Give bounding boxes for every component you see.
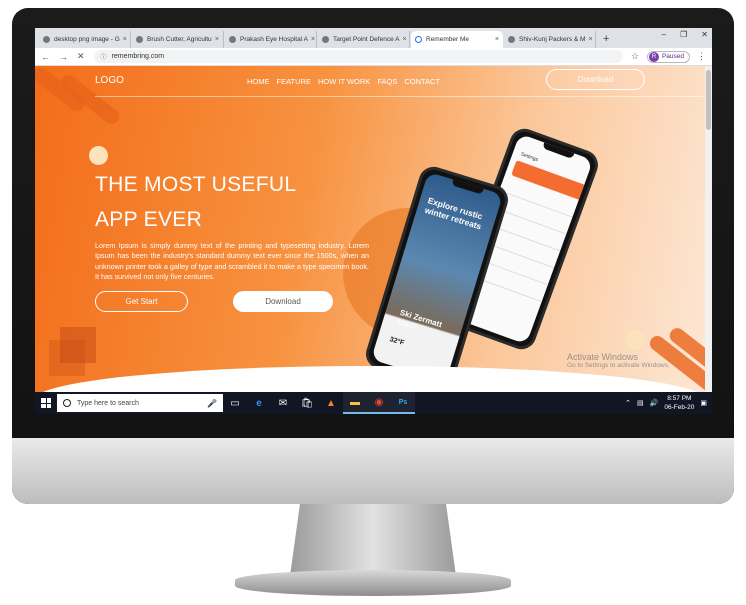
avatar: R: [648, 51, 659, 62]
address-bar: ← → ✕ ⓘ remembring.com ☆ R Paused ⋮: [35, 48, 712, 66]
browser-tab[interactable]: Target Point Defence A ×: [318, 31, 410, 48]
windows-taskbar: Type here to search 🎤 ▭ e ✉ 🛍 ▲ ▬ ◉ Ps ⌃…: [35, 392, 712, 414]
globe-icon: [229, 36, 236, 43]
profile-button[interactable]: R Paused: [646, 50, 690, 63]
chevron-up-icon[interactable]: ⌃: [625, 399, 631, 407]
edge-icon[interactable]: e: [247, 392, 271, 414]
hero-title-line2: APP EVER: [95, 208, 203, 231]
close-icon[interactable]: ×: [308, 36, 315, 43]
chrome-icon[interactable]: ◉: [367, 392, 391, 414]
windows-start-icon[interactable]: [35, 392, 57, 414]
minimize-icon[interactable]: –: [662, 30, 666, 39]
back-icon[interactable]: ←: [41, 52, 50, 62]
site-nav: HOME FEATURE HOW IT WORK FAQS CONTACT: [247, 77, 440, 86]
close-icon[interactable]: ×: [585, 36, 592, 43]
volume-icon[interactable]: 🔊: [650, 399, 659, 407]
browser-tab-bar: desktop png image - G × Brush Cutter, Agr…: [35, 28, 712, 48]
system-tray: ⌃ ▤ 🔊 8:57 PM 06-Feb-20 ▣: [625, 394, 712, 412]
browser-tab[interactable]: Brush Cutter, Agricultu ×: [132, 31, 224, 48]
google-icon: [43, 36, 50, 43]
monitor-base: [235, 570, 511, 596]
scrollbar-thumb[interactable]: [706, 70, 711, 130]
activate-windows-watermark: Activate Windows Go to Settings to activ…: [567, 352, 670, 369]
search-icon: [63, 399, 71, 407]
nav-feature[interactable]: FEATURE: [277, 77, 311, 86]
new-tab-button[interactable]: +: [603, 31, 609, 48]
decor-square: [49, 340, 85, 376]
maximize-icon[interactable]: ❐: [680, 30, 687, 39]
menu-icon[interactable]: ⋮: [697, 51, 706, 62]
vlc-icon[interactable]: ▲: [319, 392, 343, 414]
page-scrollbar[interactable]: [705, 66, 712, 392]
nav-home[interactable]: HOME: [247, 77, 270, 86]
info-icon[interactable]: ⓘ: [101, 52, 107, 61]
browser-tab[interactable]: desktop png image - G ×: [39, 31, 131, 48]
close-icon[interactable]: ×: [400, 36, 407, 43]
store-icon[interactable]: 🛍: [295, 392, 319, 414]
taskbar-clock[interactable]: 8:57 PM 06-Feb-20: [664, 394, 694, 412]
mic-icon[interactable]: 🎤: [207, 399, 217, 408]
bookmark-star-icon[interactable]: ☆: [631, 51, 639, 62]
hero-description: Lorem Ipsum is simply dummy text of the …: [95, 241, 369, 282]
browser-tab[interactable]: Shiv-Kunj Packers & M ×: [504, 31, 596, 48]
photoshop-icon[interactable]: Ps: [391, 392, 415, 414]
decor-dot: [625, 330, 645, 350]
close-window-icon[interactable]: ✕: [701, 30, 708, 39]
get-start-button[interactable]: Get Start: [95, 291, 188, 312]
mail-icon[interactable]: ✉: [271, 392, 295, 414]
network-icon[interactable]: ▤: [637, 399, 644, 407]
globe-icon: [508, 36, 515, 43]
hero-download-button[interactable]: Download: [233, 291, 333, 312]
site-icon: [136, 36, 143, 43]
nav-contact[interactable]: CONTACT: [404, 77, 440, 86]
phone-temperature: 32°F: [388, 336, 405, 348]
browser-tab[interactable]: Prakash Eye Hospital A ×: [225, 31, 317, 48]
stop-icon[interactable]: ✕: [77, 51, 85, 62]
clock-time: 8:57 PM: [667, 395, 692, 402]
forward-icon[interactable]: →: [59, 52, 68, 62]
nav-faqs[interactable]: FAQS: [377, 77, 397, 86]
nav-how-it-work[interactable]: HOW IT WORK: [318, 77, 370, 86]
taskbar-search-input[interactable]: Type here to search 🎤: [57, 394, 223, 412]
header-divider: [95, 96, 705, 97]
decor-dot: [89, 146, 108, 165]
task-view-icon[interactable]: ▭: [223, 392, 247, 414]
browser-tab-active[interactable]: Remember Me ×: [411, 31, 503, 48]
clock-date: 06-Feb-20: [664, 404, 695, 411]
screen: desktop png image - G × Brush Cutter, Agr…: [35, 28, 712, 414]
landing-page: LOGO HOME FEATURE HOW IT WORK FAQS CONTA…: [35, 66, 705, 392]
window-controls: – ❐ ✕: [662, 30, 708, 39]
url-input[interactable]: ⓘ remembring.com: [93, 50, 623, 63]
loading-icon: [415, 36, 422, 43]
monitor-stand: [290, 504, 456, 576]
close-icon[interactable]: ×: [212, 36, 219, 43]
settings-card: [511, 160, 589, 202]
notification-icon[interactable]: ▣: [700, 399, 707, 407]
close-icon[interactable]: ×: [492, 36, 499, 43]
hero-title-line1: THE MOST USEFUL: [95, 173, 297, 196]
header-download-button[interactable]: Download: [546, 69, 645, 90]
folder-icon[interactable]: ▬: [343, 392, 367, 414]
globe-icon: [322, 36, 329, 43]
phone-headline: Explore rustic winter retreats: [423, 195, 484, 232]
hero-bottom-wave: [35, 366, 705, 392]
site-logo[interactable]: LOGO: [95, 75, 124, 86]
monitor-chin: [12, 438, 734, 504]
url-text: remembring.com: [111, 53, 165, 60]
close-icon[interactable]: ×: [120, 36, 127, 43]
profile-status: Paused: [661, 53, 684, 60]
